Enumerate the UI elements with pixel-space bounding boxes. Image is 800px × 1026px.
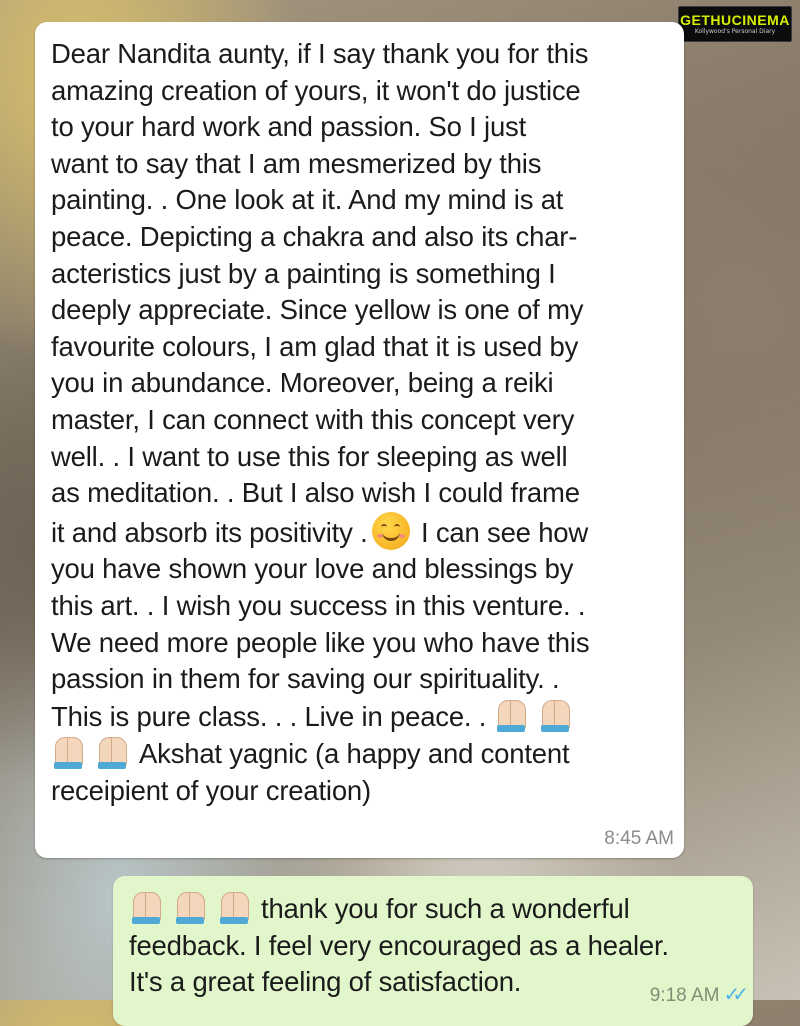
- outgoing-line-2: feedback. I feel very encouraged as a he…: [129, 929, 669, 961]
- folded-hands-emoji-icon: [494, 698, 528, 732]
- watermark-brand: GETHUCINEMA: [680, 12, 790, 28]
- message-last-line: receipient of your creation): [51, 774, 371, 806]
- incoming-message-bubble[interactable]: Dear Nandita aunty, if I say thank you f…: [35, 22, 684, 858]
- outgoing-line-3: It's a great feeling of satisfaction.: [129, 966, 522, 998]
- outgoing-message-bubble[interactable]: thank you for such a wonderful feedback.…: [113, 876, 753, 1026]
- folded-hands-emoji-icon: [95, 735, 129, 770]
- watermark-tagline: Kollywood's Personal Diary: [694, 28, 776, 35]
- outgoing-line-1: thank you for such a wonderful: [261, 893, 630, 924]
- double-check-read-icon: ✓✓: [723, 984, 748, 1006]
- message-text-part-2: I can see how: [420, 516, 589, 548]
- outgoing-message-meta: 9:18 AM ✓✓: [649, 982, 749, 1007]
- message-text-part-1: Dear Nandita aunty, if I say thank you f…: [51, 38, 589, 548]
- message-signature: Akshat yagnic (a happy and content: [139, 738, 570, 770]
- folded-hands-emoji-icon: [173, 890, 207, 924]
- smiling-face-emoji-icon: [371, 511, 410, 550]
- folded-hands-emoji-icon: [217, 890, 251, 924]
- incoming-message-text: Dear Nandita aunty, if I say thank you f…: [51, 36, 674, 809]
- folded-hands-emoji-icon: [51, 735, 85, 770]
- folded-hands-emoji-icon: [129, 890, 163, 924]
- incoming-message-time: 8:45 AM: [604, 828, 674, 849]
- outgoing-message-time: 9:18 AM: [649, 985, 720, 1006]
- folded-hands-emoji-icon: [538, 698, 572, 732]
- watermark-logo: GETHUCINEMA Kollywood's Personal Diary: [678, 6, 792, 42]
